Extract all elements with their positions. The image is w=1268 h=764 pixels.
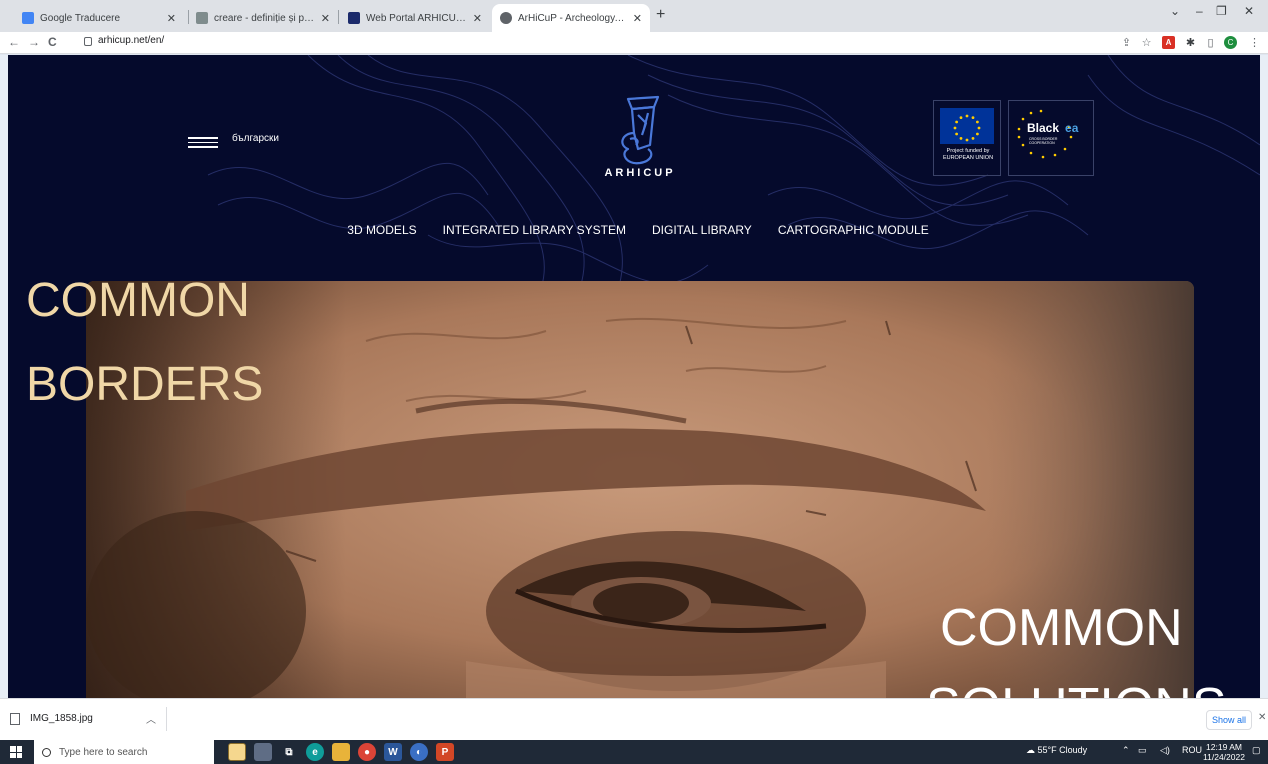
close-tab-icon[interactable]: ✕ [633, 12, 642, 25]
back-icon[interactable]: ← [8, 35, 20, 49]
nav-digital-library[interactable]: DIGITAL LIBRARY [652, 223, 752, 237]
arhicup-logo-icon[interactable] [608, 93, 668, 171]
tab-web-portal-arhicup[interactable]: Web Portal ARHICUP - Arhicup.c ✕ [340, 4, 490, 32]
show-all-downloads-button[interactable]: Show all [1206, 710, 1252, 730]
hero-headline-line2: BORDERS [26, 358, 264, 411]
page-side-margin [0, 55, 8, 698]
lock-icon [84, 37, 92, 46]
language-switch-link[interactable]: български [232, 133, 279, 144]
hero-subheadline-line2: SOLUTIONS [926, 681, 1227, 698]
bookmark-star-icon[interactable]: ☆ [1140, 36, 1153, 49]
forward-icon[interactable]: → [28, 35, 40, 49]
network-icon[interactable]: ▭ [1138, 745, 1147, 756]
new-tab-button[interactable]: + [656, 6, 665, 24]
profile-avatar-icon[interactable]: C [1224, 36, 1237, 49]
reload-icon[interactable]: C [48, 35, 57, 49]
widgets-icon[interactable] [228, 743, 246, 761]
tab-search-icon[interactable]: ⌄ [1170, 4, 1180, 18]
file-explorer-icon[interactable] [332, 743, 350, 761]
powerpoint-app-icon[interactable]: P [436, 743, 454, 761]
windows-taskbar: Type here to search ⧉ e ● W ◐ P ☁ 55°F C… [0, 740, 1268, 764]
blacksea-program-logo: Black ea CROSS BORDER COOPERATION [1008, 100, 1094, 176]
paint-app-icon[interactable]: ◐ [410, 743, 428, 761]
globe-favicon-icon [500, 12, 512, 24]
taskbar-search-box[interactable]: Type here to search [34, 740, 214, 764]
extensions-puzzle-icon[interactable]: ✱ [1184, 36, 1197, 49]
volume-icon[interactable]: ◁) [1160, 745, 1170, 756]
browser-toolbar: ← → C arhicup.net/en/ ⇪ ☆ A ✱ ▯ C ⋮ [0, 32, 1268, 54]
weather-widget[interactable]: ☁ 55°F Cloudy [1026, 745, 1087, 756]
input-language[interactable]: ROU [1182, 745, 1202, 755]
close-shelf-icon[interactable]: ✕ [1258, 712, 1266, 723]
close-tab-icon[interactable]: ✕ [473, 12, 482, 25]
clock-date: 11/24/2022 [1203, 752, 1245, 762]
search-icon [42, 747, 51, 757]
dictionary-favicon-icon [196, 12, 208, 24]
downloads-shelf: IMG_1858.jpg ︿ Show all ✕ [0, 698, 1268, 740]
blacksea-wordmark: Black ea [1027, 121, 1079, 135]
clock-time: 12:19 AM [1206, 742, 1242, 752]
edge-browser-icon[interactable]: e [306, 743, 324, 761]
translate-favicon-icon [22, 12, 34, 24]
arhicup-favicon-icon [348, 12, 360, 24]
hero-headline-line1: COMMON [26, 274, 250, 327]
brand-name: ARHICUP [604, 167, 676, 179]
tab-creare-definitie[interactable]: creare - definiție și paradigmă | c ✕ [188, 4, 338, 32]
kebab-menu-icon[interactable]: ⋮ [1248, 36, 1261, 49]
close-window-icon[interactable]: ✕ [1244, 4, 1254, 18]
chrome-browser-icon[interactable]: ● [358, 743, 376, 761]
word-app-icon[interactable]: W [384, 743, 402, 761]
blacksea-subtitle: CROSS BORDER COOPERATION [1029, 137, 1058, 145]
main-navigation: 3D MODELS INTEGRATED LIBRARY SYSTEM DIGI… [338, 223, 938, 237]
windows-start-icon[interactable] [10, 746, 22, 758]
nav-integrated-library-system[interactable]: INTEGRATED LIBRARY SYSTEM [443, 223, 626, 237]
hero-subheadline-line1: COMMON [940, 599, 1183, 657]
address-bar[interactable]: arhicup.net/en/ [84, 35, 164, 46]
pdf-extension-icon[interactable]: A [1162, 36, 1175, 49]
browser-tab-strip: Google Traducere ✕ creare - definiție și… [0, 0, 1268, 32]
website-viewport: български ARHICUP Project funded by EURO… [8, 55, 1260, 698]
tab-separator [338, 10, 339, 24]
nav-cartographic-module[interactable]: CARTOGRAPHIC MODULE [778, 223, 929, 237]
tab-google-traducere[interactable]: Google Traducere ✕ [14, 4, 184, 32]
nav-3d-models[interactable]: 3D MODELS [347, 223, 416, 237]
notifications-icon[interactable]: ▢ [1252, 745, 1261, 756]
page-side-margin [1260, 55, 1268, 698]
tray-overflow-icon[interactable]: ⌃ [1122, 745, 1130, 756]
eu-caption-line1: Project funded by [946, 148, 990, 154]
eu-funding-logo: Project funded by EUROPEAN UNION [933, 100, 1001, 176]
system-clock[interactable]: 12:19 AM 11/24/2022 [1202, 742, 1246, 762]
chevron-up-icon[interactable]: ︿ [146, 711, 156, 726]
hamburger-menu-icon[interactable] [188, 137, 218, 149]
close-tab-icon[interactable]: ✕ [321, 12, 330, 25]
task-view-icon[interactable]: ⧉ [280, 743, 298, 761]
side-panel-icon[interactable]: ▯ [1204, 36, 1217, 49]
download-item-name[interactable]: IMG_1858.jpg [30, 713, 93, 724]
cortana-circle-icon[interactable] [254, 743, 272, 761]
minimize-icon[interactable]: – [1196, 4, 1203, 18]
url-text: arhicup.net/en/ [98, 35, 165, 46]
image-file-icon [10, 713, 20, 725]
close-tab-icon[interactable]: ✕ [167, 12, 176, 25]
share-icon[interactable]: ⇪ [1120, 36, 1133, 49]
eu-caption-line2: EUROPEAN UNION [942, 155, 994, 161]
search-placeholder: Type here to search [59, 746, 148, 758]
tab-arhicup-active[interactable]: ArHiCuP - Archeology, history an ✕ [492, 4, 650, 32]
eu-flag-icon [940, 108, 994, 144]
restore-icon[interactable]: ❐ [1216, 4, 1227, 18]
shelf-divider [166, 707, 167, 731]
